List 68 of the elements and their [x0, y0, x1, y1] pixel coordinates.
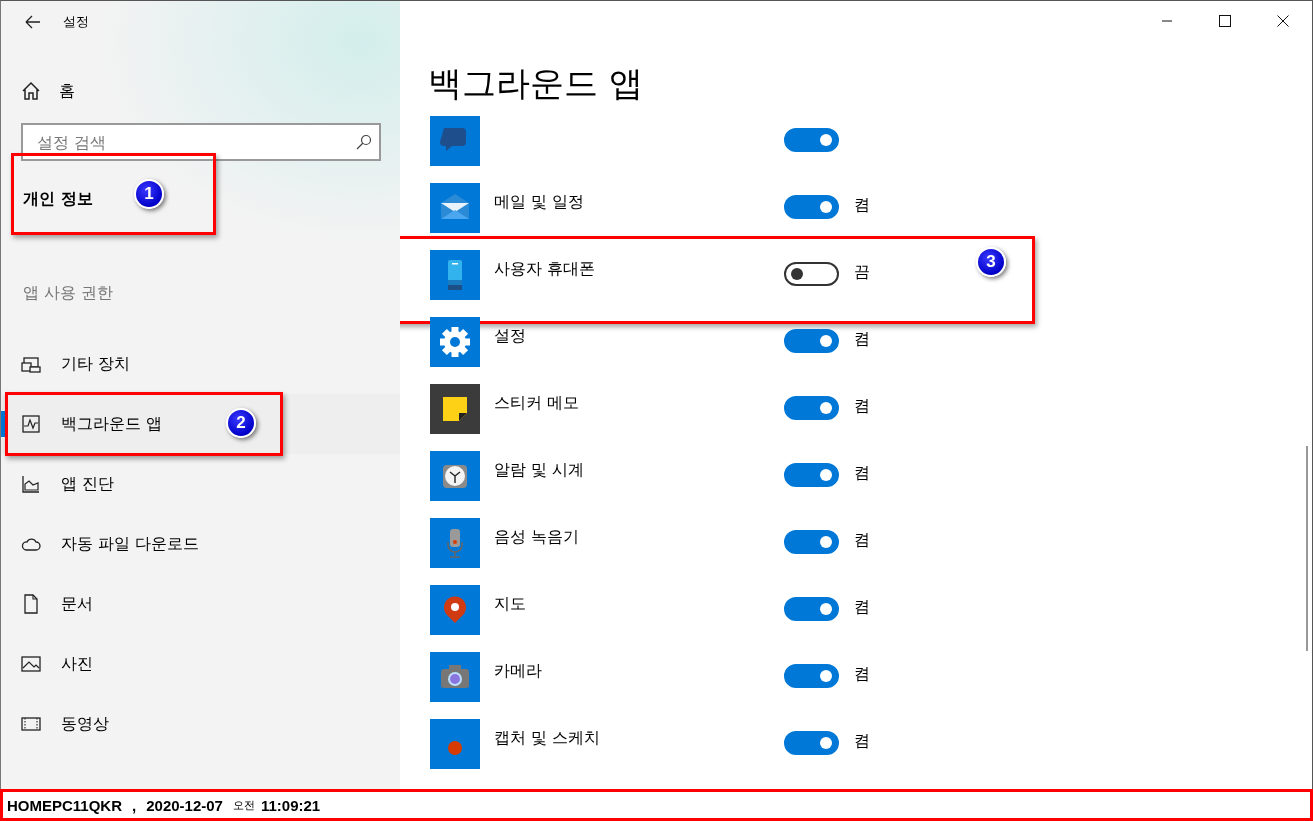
microphone-icon — [430, 518, 480, 568]
toggle-switch[interactable] — [784, 396, 839, 420]
map-pin-icon — [430, 585, 480, 635]
toggle-state: 켬 — [854, 597, 870, 618]
toggle-switch[interactable] — [784, 664, 839, 688]
toggle-switch[interactable] — [784, 195, 839, 219]
date-text: 2020-12-07 — [146, 796, 223, 814]
number-badge: 1 — [134, 179, 164, 209]
app-name: 카메라 — [494, 661, 542, 680]
home-icon — [21, 81, 41, 101]
app-name: 설정 — [494, 326, 526, 345]
toggle-switch[interactable] — [784, 463, 839, 487]
close-icon — [1277, 15, 1289, 27]
app-name: 스티커 메모 — [494, 393, 580, 412]
home-link[interactable]: 홈 — [21, 71, 75, 111]
toggle-state: 끔 — [854, 262, 870, 283]
toggle-switch[interactable] — [784, 530, 839, 554]
sidebar-item[interactable]: 동영상 — [1, 694, 400, 754]
toggle-state: 켬 — [854, 396, 870, 417]
toggle-state: 켬 — [854, 664, 870, 685]
document-icon — [21, 594, 41, 614]
page-title: 백그라운드 앱 — [428, 62, 643, 105]
computer-name: HOMEPC11QKR — [7, 796, 123, 814]
toggle-state: 켬 — [854, 195, 870, 216]
gear-icon — [430, 317, 480, 367]
picture-icon — [21, 654, 41, 674]
sidebar-item[interactable]: 기타 장치 — [1, 334, 400, 394]
back-arrow-icon — [23, 14, 41, 30]
app-name: 메일 및 일정 — [494, 192, 585, 211]
area-chart-icon — [21, 474, 41, 494]
section-heading: 개인 정보 — [23, 189, 93, 210]
toggle-state: 켬 — [854, 731, 870, 752]
search-field[interactable]: 설정 검색 — [21, 123, 381, 161]
number-badge: 2 — [226, 408, 256, 438]
window-title: 설정 — [63, 13, 89, 31]
meridiem-text: 오전 — [232, 797, 255, 813]
app-name: 사용자 휴대폰 — [494, 259, 596, 278]
toggle-state: 켬 — [854, 329, 870, 350]
toggle-switch[interactable] — [784, 329, 839, 353]
envelope-icon — [430, 183, 480, 233]
time-text: 11:09:21 — [260, 796, 321, 814]
clock-icon — [430, 451, 480, 501]
camera-icon — [430, 652, 480, 702]
toggle-switch[interactable] — [784, 731, 839, 755]
app-name: 알람 및 시계 — [494, 460, 585, 479]
film-icon — [21, 714, 41, 734]
toggle-switch[interactable] — [784, 597, 839, 621]
sidebar-item[interactable]: 앱 진단 — [1, 454, 400, 514]
phone-icon — [430, 250, 480, 300]
toggle-switch[interactable] — [784, 128, 839, 152]
number-badge: 3 — [976, 247, 1006, 277]
devices-icon — [21, 354, 41, 374]
search-icon — [355, 134, 371, 150]
sidebar-item[interactable]: 문서 — [1, 574, 400, 634]
sticky-note-icon — [430, 384, 480, 434]
toggle-state: 켬 — [854, 530, 870, 551]
separator-text: , — [132, 796, 137, 814]
app-name: 지도 — [494, 594, 526, 613]
toggle-state: 켬 — [854, 463, 870, 484]
toggle-switch[interactable] — [784, 262, 839, 286]
group-label: 앱 사용 권한 — [23, 283, 114, 304]
chart-icon — [21, 414, 41, 434]
maximize-icon — [1219, 15, 1231, 27]
app-name: 캡처 및 스케치 — [494, 728, 601, 747]
scroll-bar[interactable] — [1306, 446, 1308, 651]
app-name: 음성 녹음기 — [494, 527, 580, 546]
sidebar-item[interactable]: 자동 파일 다운로드 — [1, 514, 400, 574]
sidebar-item[interactable]: 사진 — [1, 634, 400, 694]
